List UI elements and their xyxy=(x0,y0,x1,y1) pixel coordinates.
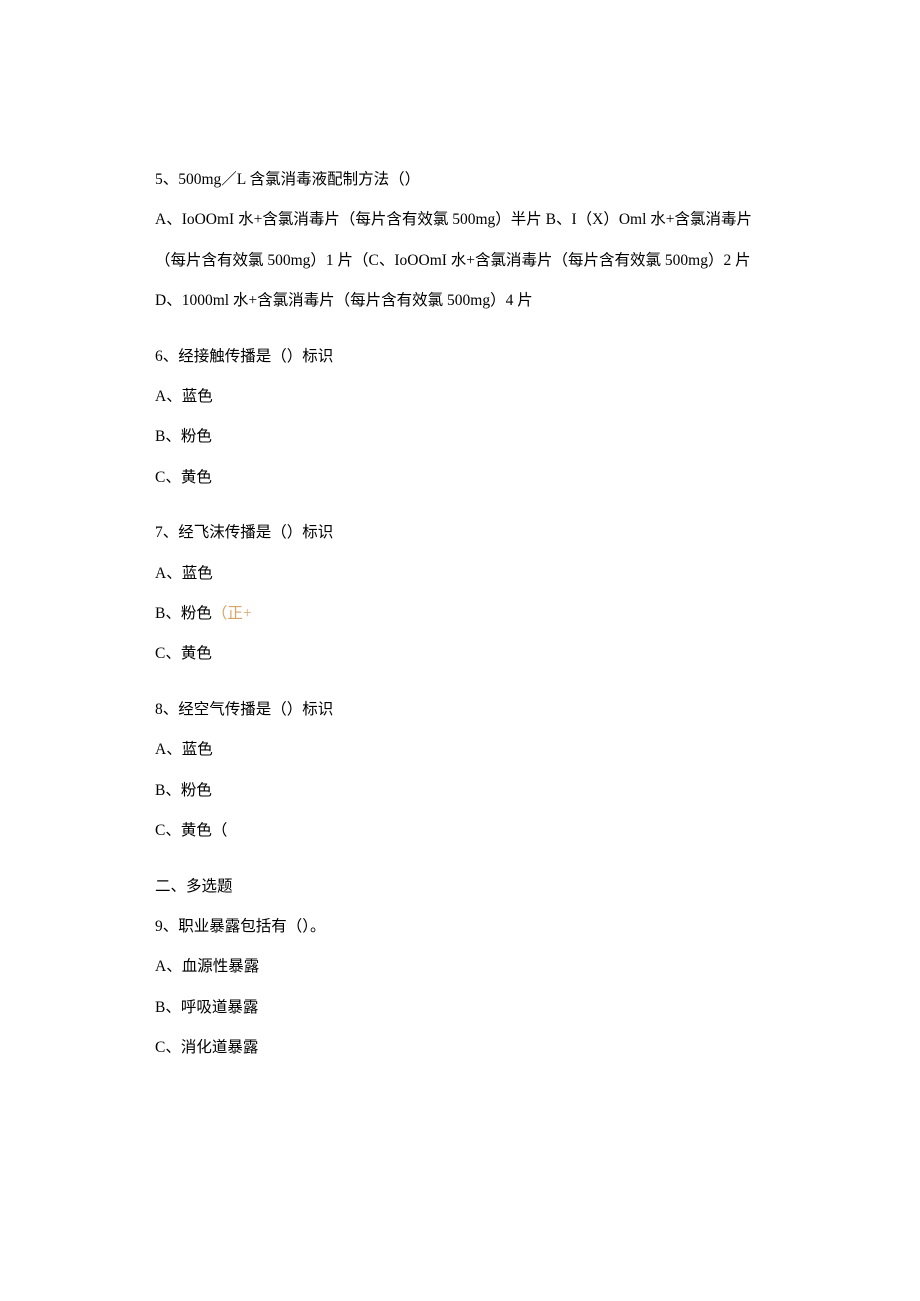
section-header: 二、多选题 xyxy=(155,867,765,907)
option-a: A、蓝色 xyxy=(155,730,765,770)
option-c: C、消化道暴露 xyxy=(155,1028,765,1068)
option-b-prefix: B、粉色 xyxy=(155,605,212,622)
question-text: 7、经飞沫传播是（）标识 xyxy=(155,513,765,553)
option-b: B、呼吸道暴露 xyxy=(155,988,765,1028)
question-7: 7、经飞沫传播是（）标识 A、蓝色 B、粉色（正+ C、黄色 xyxy=(155,513,765,674)
option-c: C、黄色 xyxy=(155,634,765,674)
option-c: C、黄色 xyxy=(155,458,765,498)
question-text: 6、经接触传播是（）标识 xyxy=(155,337,765,377)
question-text: 8、经空气传播是（）标识 xyxy=(155,690,765,730)
question-text: 9、职业暴露包括有（）。 xyxy=(155,907,765,947)
option-line: A、IoOOmI 水+含氯消毒片（每片含有效氯 500mg）半片 B、I（X）O… xyxy=(155,200,765,281)
question-6: 6、经接触传播是（）标识 A、蓝色 B、粉色 C、黄色 xyxy=(155,337,765,498)
option-line: D、1000ml 水+含氯消毒片（每片含有效氯 500mg）4 片 xyxy=(155,281,765,321)
question-8: 8、经空气传播是（）标识 A、蓝色 B、粉色 C、黄色（ xyxy=(155,690,765,851)
option-a: A、蓝色 xyxy=(155,377,765,417)
option-b: B、粉色 xyxy=(155,771,765,811)
section-2: 二、多选题 9、职业暴露包括有（）。 A、血源性暴露 B、呼吸道暴露 C、消化道… xyxy=(155,867,765,1068)
option-b: B、粉色（正+ xyxy=(155,594,765,634)
option-a: A、蓝色 xyxy=(155,554,765,594)
option-a: A、血源性暴露 xyxy=(155,947,765,987)
answer-hint: （正+ xyxy=(212,605,252,622)
option-b: B、粉色 xyxy=(155,417,765,457)
question-5: 5、500mg／L 含氯消毒液配制方法（） A、IoOOmI 水+含氯消毒片（每… xyxy=(155,160,765,321)
option-c: C、黄色（ xyxy=(155,811,765,851)
question-text: 5、500mg／L 含氯消毒液配制方法（） xyxy=(155,160,765,200)
